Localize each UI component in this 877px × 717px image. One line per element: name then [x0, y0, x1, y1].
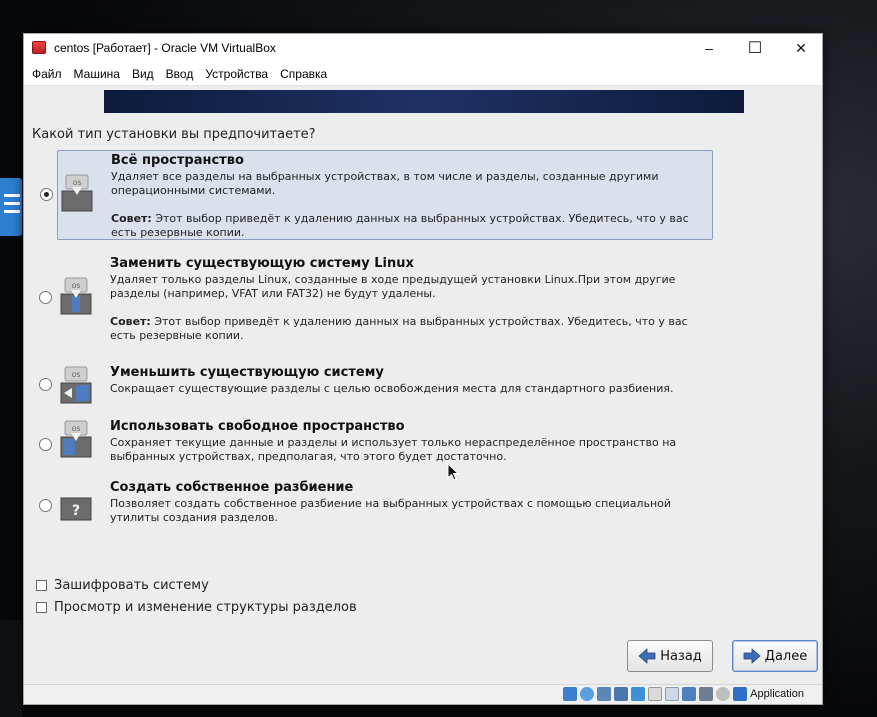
option-desc: Удаляет только разделы Linux, созданные …	[110, 273, 676, 300]
drive-free-space-icon: OS	[60, 420, 92, 458]
drive-erase-all-icon: OS	[61, 174, 93, 212]
review-layout-label: Просмотр и изменение структуры разделов	[54, 600, 357, 615]
option-desc: Сокращает существующие разделы с целью о…	[110, 382, 674, 395]
usb-icon[interactable]	[631, 687, 646, 701]
drive-custom-question-icon: ?	[60, 497, 92, 521]
next-button-label: Далее	[764, 648, 808, 664]
option-title: Заменить существующую систему Linux	[110, 256, 414, 271]
radio-shrink-system[interactable]	[39, 378, 52, 391]
radio-custom-layout[interactable]	[39, 499, 52, 512]
review-layout-row[interactable]: Просмотр и изменение структуры разделов	[36, 600, 357, 615]
option-use-all-space[interactable]: OS Всё пространство Удаляет все разделы …	[40, 150, 713, 240]
menu-machine[interactable]: Машина	[70, 67, 128, 81]
audio-icon[interactable]	[597, 687, 612, 701]
host-key-label: Application	[750, 688, 804, 700]
back-button[interactable]: Назад	[627, 640, 713, 672]
maximize-button[interactable]: ☐	[732, 34, 778, 62]
shared-folders-icon[interactable]	[648, 687, 663, 701]
network-icon[interactable]	[614, 687, 629, 701]
encrypt-system-checkbox[interactable]	[36, 580, 47, 591]
option-title: Создать собственное разбиение	[110, 480, 354, 495]
radio-use-all-space[interactable]	[40, 188, 53, 201]
option-tip: Совет: Этот выбор приведёт к удалению да…	[111, 212, 689, 239]
guest-display: Какой тип установки вы предпочитаете? OS…	[24, 86, 822, 684]
os-badge-text: OS	[72, 426, 81, 433]
option-use-free-space[interactable]: OS Использовать свободное пространство С…	[39, 417, 713, 469]
install-type-question: Какой тип установки вы предпочитаете?	[32, 127, 316, 142]
os-badge-text: OS	[72, 372, 81, 379]
menu-view[interactable]: Вид	[128, 67, 162, 81]
menu-input[interactable]: Ввод	[162, 67, 202, 81]
menu-bar: Файл Машина Вид Ввод Устройства Справка	[24, 62, 822, 86]
device-tray: Application	[563, 687, 804, 701]
window-title: centos [Работает] - Oracle VM VirtualBox	[54, 41, 276, 55]
drive-replace-linux-icon: OS	[60, 277, 92, 315]
title-bar[interactable]: centos [Работает] - Oracle VM VirtualBox…	[24, 34, 822, 62]
mouse-integration-icon[interactable]	[716, 687, 731, 701]
arrow-right-icon	[743, 648, 761, 664]
video-capture-icon[interactable]	[682, 687, 697, 701]
encrypt-system-row[interactable]: Зашифровать систему	[36, 578, 209, 593]
option-tip: Совет: Этот выбор приведёт к удалению да…	[110, 315, 688, 342]
back-button-label: Назад	[660, 648, 702, 664]
virtualization-icon[interactable]	[699, 687, 714, 701]
close-button[interactable]: ✕	[778, 34, 824, 62]
virtualbox-window: centos [Работает] - Oracle VM VirtualBox…	[23, 33, 823, 705]
menu-file[interactable]: Файл	[28, 67, 70, 81]
menu-devices[interactable]: Устройства	[201, 67, 276, 81]
encrypt-system-label: Зашифровать систему	[54, 578, 209, 593]
option-desc: Позволяет создать собственное разбиение …	[110, 497, 672, 524]
mouse-cursor-icon	[447, 463, 459, 481]
option-desc: Сохраняет текущие данные и разделы и исп…	[110, 436, 677, 463]
virtualbox-app-icon	[32, 41, 46, 54]
desktop-edge	[0, 620, 22, 717]
taskbar-app-icon[interactable]	[0, 178, 22, 236]
os-badge-text: OS	[72, 283, 81, 290]
next-button[interactable]: Далее	[732, 640, 818, 672]
drive-shrink-icon: OS	[60, 366, 92, 404]
option-desc: Удаляет все разделы на выбранных устройс…	[111, 170, 659, 197]
os-badge-text: OS	[73, 180, 82, 187]
radio-replace-linux[interactable]	[39, 291, 52, 304]
option-shrink-system[interactable]: OS Уменьшить существующую систему Сокращ…	[39, 363, 713, 409]
menu-help[interactable]: Справка	[276, 67, 335, 81]
radio-use-free-space[interactable]	[39, 438, 52, 451]
minimize-button[interactable]: –	[686, 34, 732, 62]
question-mark-text: ?	[72, 503, 80, 519]
option-title: Всё пространство	[111, 153, 244, 168]
hard-disk-icon[interactable]	[563, 687, 578, 701]
arrow-left-icon	[638, 648, 656, 664]
option-title: Использовать свободное пространство	[110, 419, 405, 434]
status-bar: Application	[24, 684, 822, 704]
review-layout-checkbox[interactable]	[36, 602, 47, 613]
option-replace-linux[interactable]: OS Заменить существующую систему Linux У…	[39, 254, 713, 346]
installer-banner	[104, 90, 744, 113]
keyboard-capture-icon[interactable]	[733, 687, 748, 701]
option-custom-layout[interactable]: ? Создать собственное разбиение Позволяе…	[39, 478, 713, 530]
optical-drive-icon[interactable]	[580, 687, 595, 701]
option-title: Уменьшить существующую систему	[110, 365, 384, 380]
display-icon[interactable]	[665, 687, 680, 701]
